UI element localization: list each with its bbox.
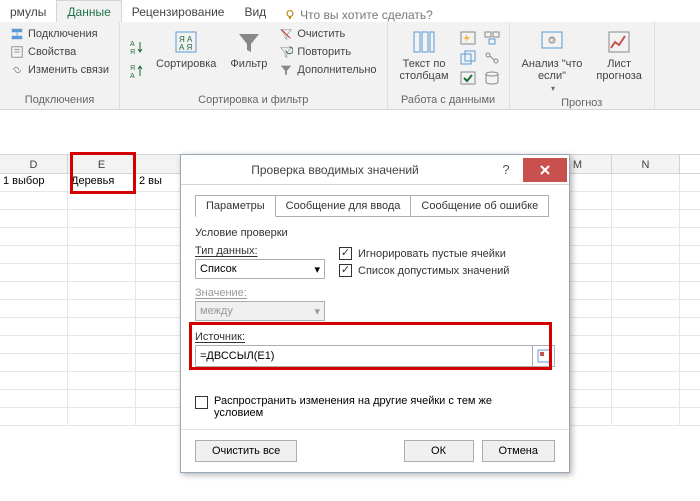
relationships-icon[interactable]: [483, 50, 501, 66]
source-input[interactable]: [196, 350, 532, 362]
checkbox-in-cell-dropdown[interactable]: ✓Список допустимых значений: [339, 264, 509, 277]
cell-d1[interactable]: 1 выбор: [0, 174, 68, 191]
cancel-button[interactable]: Отмена: [482, 440, 555, 462]
tab-input-message[interactable]: Сообщение для ввода: [275, 195, 412, 217]
clear-all-button[interactable]: Очистить все: [195, 440, 297, 462]
svg-text:А: А: [130, 73, 135, 80]
section-title: Условие проверки: [195, 227, 555, 239]
sort-desc-icon[interactable]: ЯА: [128, 62, 146, 80]
close-button[interactable]: [523, 158, 567, 182]
svg-text:Я: Я: [130, 49, 135, 56]
source-label: Источник:: [195, 331, 555, 343]
tab-parameters[interactable]: Параметры: [195, 195, 276, 217]
type-label: Тип данных:: [195, 245, 325, 257]
btn-text-to-columns[interactable]: Текст по столбцам: [396, 26, 453, 92]
tab-review[interactable]: Рецензирование: [122, 1, 235, 22]
tab-data[interactable]: Данные: [56, 0, 121, 22]
type-combo[interactable]: Список▾: [195, 259, 325, 279]
sort-asc-icon[interactable]: АЯ: [128, 38, 146, 56]
btn-sort[interactable]: Я АА Я Сортировка: [152, 26, 220, 92]
ok-button[interactable]: ОК: [404, 440, 474, 462]
btn-edit-links[interactable]: Изменить связи: [8, 62, 111, 78]
bulb-icon: [284, 9, 296, 21]
ribbon: Подключения Свойства Изменить связи Подк…: [0, 22, 700, 110]
btn-reapply[interactable]: Повторить: [277, 44, 378, 60]
flash-fill-icon[interactable]: [459, 30, 477, 46]
data-model-icon[interactable]: [483, 70, 501, 86]
data-validation-dialog: Проверка вводимых значений ? Параметры С…: [180, 154, 570, 473]
svg-text:Я: Я: [130, 65, 135, 72]
btn-properties[interactable]: Свойства: [8, 44, 111, 60]
dialog-title: Проверка вводимых значений: [181, 163, 489, 177]
checkbox-ignore-blank[interactable]: ✓Игнорировать пустые ячейки: [339, 247, 509, 260]
btn-clear[interactable]: Очистить: [277, 26, 378, 42]
ribbon-tabs: рмулы Данные Рецензирование Вид Что вы х…: [0, 0, 700, 22]
svg-text:?: ?: [550, 38, 554, 45]
cell-e1[interactable]: Деревья: [68, 174, 136, 191]
chevron-down-icon: ▾: [314, 305, 320, 318]
close-icon: [539, 164, 551, 176]
tab-error-alert[interactable]: Сообщение об ошибке: [410, 195, 549, 217]
range-picker-button[interactable]: [532, 346, 554, 366]
data-validation-icon[interactable]: [459, 70, 477, 86]
tab-formulas[interactable]: рмулы: [0, 1, 56, 22]
group-data-tools: Работа с данными: [396, 92, 501, 109]
range-picker-icon: [537, 349, 551, 363]
svg-text:А: А: [130, 41, 135, 48]
remove-dup-icon[interactable]: [459, 50, 477, 66]
value-label: Значение:: [195, 287, 555, 299]
btn-filter[interactable]: Фильтр: [226, 26, 271, 92]
value-combo: между▾: [195, 301, 325, 321]
tell-me-text: Что вы хотите сделать?: [300, 8, 433, 22]
consolidate-icon[interactable]: [483, 30, 501, 46]
group-sort-filter: Сортировка и фильтр: [128, 92, 379, 109]
chevron-down-icon: ▾: [551, 84, 555, 93]
group-connections: Подключения: [8, 92, 111, 109]
tab-view[interactable]: Вид: [234, 1, 276, 22]
help-button[interactable]: ?: [489, 158, 523, 182]
checkbox-spread[interactable]: Распространить изменения на другие ячейк…: [195, 395, 555, 419]
svg-text:А Я: А Я: [179, 43, 193, 52]
tell-me[interactable]: Что вы хотите сделать?: [276, 8, 441, 22]
chevron-down-icon: ▾: [314, 263, 320, 276]
btn-whatif[interactable]: ? Анализ "что если"▾: [518, 26, 587, 95]
btn-connections[interactable]: Подключения: [8, 26, 111, 42]
btn-advanced[interactable]: Дополнительно: [277, 62, 378, 78]
btn-forecast[interactable]: Лист прогноза: [592, 26, 645, 95]
